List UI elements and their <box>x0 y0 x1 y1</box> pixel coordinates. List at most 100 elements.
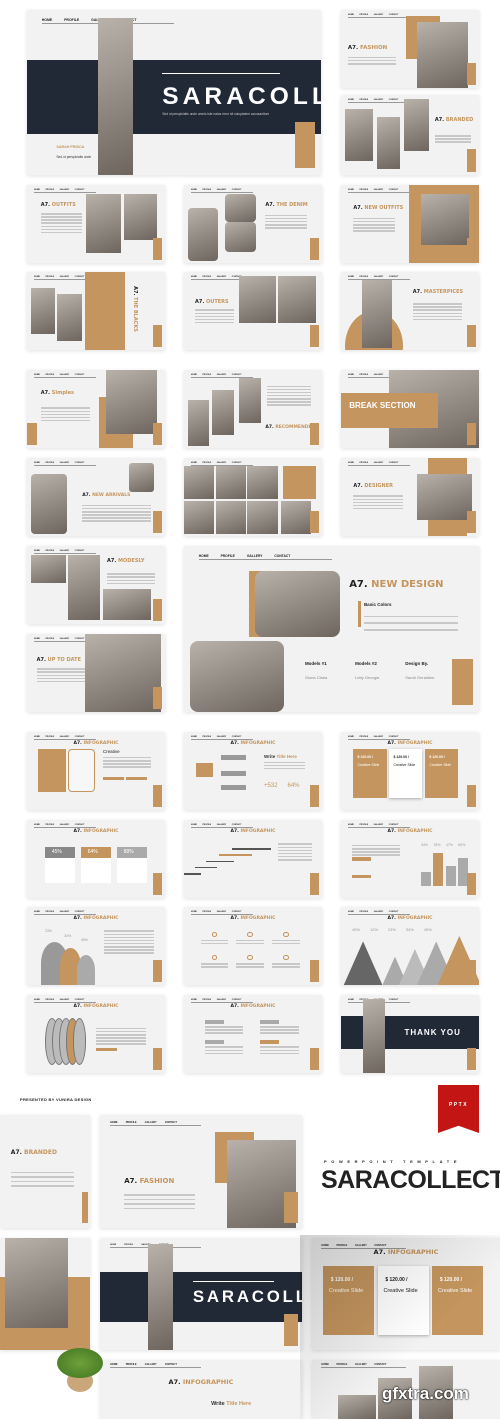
nav-item[interactable]: CONTACT <box>75 824 85 826</box>
nav-item[interactable]: GALLERY <box>247 554 263 558</box>
nav-item[interactable]: CONTACT <box>389 736 399 738</box>
nav-item[interactable]: GALLERY <box>217 276 226 278</box>
nav-item[interactable]: CONTACT <box>389 189 399 191</box>
nav-item[interactable]: PROFILE <box>359 189 368 191</box>
nav-item[interactable]: HOME <box>348 999 354 1001</box>
nav-item[interactable]: HOME <box>34 276 40 278</box>
nav-item[interactable]: GALLERY <box>374 189 383 191</box>
nav-item[interactable]: HOME <box>191 911 197 913</box>
nav-item[interactable]: CONTACT <box>389 824 399 826</box>
nav-item[interactable]: CONTACT <box>274 554 290 558</box>
nav-item[interactable]: PROFILE <box>45 911 54 913</box>
nav-item[interactable]: HOME <box>110 1363 118 1366</box>
nav-item[interactable]: PROFILE <box>126 1121 137 1124</box>
nav-item[interactable]: PROFILE <box>337 1363 348 1366</box>
nav-item[interactable]: CONTACT <box>374 1244 386 1247</box>
nav-item[interactable]: PROFILE <box>202 189 211 191</box>
nav-item[interactable]: GALLERY <box>217 374 226 376</box>
nav-item[interactable]: PROFILE <box>45 824 54 826</box>
nav-item[interactable]: GALLERY <box>60 189 69 191</box>
nav-item[interactable]: PROFILE <box>359 736 368 738</box>
nav-item[interactable]: GALLERY <box>374 824 383 826</box>
nav-item[interactable]: CONTACT <box>374 1363 386 1366</box>
nav-item[interactable]: HOME <box>321 1244 329 1247</box>
nav-item[interactable]: HOME <box>191 736 197 738</box>
nav-item[interactable]: GALLERY <box>60 999 69 1001</box>
nav-item[interactable]: CONTACT <box>389 276 399 278</box>
nav-item[interactable]: GALLERY <box>60 824 69 826</box>
nav-item[interactable]: GALLERY <box>60 462 69 464</box>
nav-item[interactable]: CONTACT <box>75 276 85 278</box>
nav-item[interactable]: PROFILE <box>45 999 54 1001</box>
nav-item[interactable]: PROFILE <box>45 374 54 376</box>
nav-item[interactable]: PROFILE <box>221 554 235 558</box>
nav-item[interactable]: CONTACT <box>232 462 242 464</box>
nav-item[interactable]: HOME <box>34 911 40 913</box>
nav-item[interactable]: PROFILE <box>359 374 368 376</box>
nav-item[interactable]: HOME <box>348 736 354 738</box>
nav-item[interactable]: HOME <box>348 911 354 913</box>
nav-item[interactable]: HOME <box>348 374 354 376</box>
nav-item[interactable]: CONTACT <box>232 999 242 1001</box>
nav-item[interactable]: HOME <box>34 374 40 376</box>
nav-item[interactable]: GALLERY <box>355 1363 367 1366</box>
nav-item[interactable]: GALLERY <box>60 736 69 738</box>
nav-item[interactable]: CONTACT <box>75 911 85 913</box>
nav-item[interactable]: HOME <box>34 999 40 1001</box>
nav-item[interactable]: PROFILE <box>45 189 54 191</box>
nav-item[interactable]: GALLERY <box>355 1244 367 1247</box>
nav-item[interactable]: HOME <box>34 824 40 826</box>
nav-item[interactable]: PROFILE <box>126 1363 137 1366</box>
nav-item[interactable]: GALLERY <box>374 99 383 101</box>
nav-item[interactable]: GALLERY <box>374 911 383 913</box>
nav-item[interactable]: PROFILE <box>359 911 368 913</box>
nav-item[interactable]: PROFILE <box>45 736 54 738</box>
nav-item[interactable]: HOME <box>348 189 354 191</box>
nav-item[interactable]: HOME <box>191 189 197 191</box>
nav-item[interactable]: CONTACT <box>75 189 85 191</box>
nav-item[interactable]: CONTACT <box>75 550 85 552</box>
nav-item[interactable]: PROFILE <box>202 911 211 913</box>
nav-item[interactable]: HOME <box>34 462 40 464</box>
nav-item[interactable]: HOME <box>191 462 197 464</box>
nav-item[interactable]: GALLERY <box>217 999 226 1001</box>
nav-item[interactable]: HOME <box>191 276 197 278</box>
nav-item[interactable]: CONTACT <box>75 462 85 464</box>
nav-item[interactable]: PROFILE <box>45 462 54 464</box>
nav-item[interactable]: CONTACT <box>232 911 242 913</box>
nav-item[interactable]: PROFILE <box>359 824 368 826</box>
nav-item[interactable]: PROFILE <box>202 374 211 376</box>
nav-item[interactable]: PROFILE <box>359 462 368 464</box>
nav-item[interactable]: HOME <box>348 99 354 101</box>
nav-item[interactable]: GALLERY <box>374 374 383 376</box>
nav-item[interactable]: HOME <box>110 1121 118 1124</box>
nav-item[interactable]: CONTACT <box>232 189 242 191</box>
nav-item[interactable]: PROFILE <box>202 736 211 738</box>
nav-item[interactable]: GALLERY <box>60 911 69 913</box>
nav-item[interactable]: PROFILE <box>64 18 79 22</box>
nav-item[interactable]: PROFILE <box>359 276 368 278</box>
nav-item[interactable]: CONTACT <box>389 99 399 101</box>
nav-item[interactable]: HOME <box>348 276 354 278</box>
nav-item[interactable]: PROFILE <box>45 276 54 278</box>
nav-item[interactable]: HOME <box>191 824 197 826</box>
nav-item[interactable]: GALLERY <box>374 736 383 738</box>
nav-item[interactable]: GALLERY <box>217 824 226 826</box>
nav-item[interactable]: CONTACT <box>232 736 242 738</box>
nav-item[interactable]: HOME <box>348 824 354 826</box>
nav-item[interactable]: HOME <box>110 1244 116 1246</box>
nav-item[interactable]: GALLERY <box>217 462 226 464</box>
nav-item[interactable]: CONTACT <box>389 14 399 16</box>
nav-item[interactable]: CONTACT <box>389 999 399 1001</box>
nav-item[interactable]: PROFILE <box>45 550 54 552</box>
nav-item[interactable]: GALLERY <box>60 638 69 640</box>
nav-item[interactable]: CONTACT <box>389 911 399 913</box>
nav-item[interactable]: GALLERY <box>374 276 383 278</box>
nav-item[interactable]: CONTACT <box>75 374 85 376</box>
nav-item[interactable]: GALLERY <box>217 189 226 191</box>
nav-item[interactable]: HOME <box>34 736 40 738</box>
nav-item[interactable]: CONTACT <box>232 824 242 826</box>
nav-item[interactable]: HOME <box>34 638 40 640</box>
nav-item[interactable]: CONTACT <box>75 638 85 640</box>
nav-item[interactable]: HOME <box>321 1363 329 1366</box>
